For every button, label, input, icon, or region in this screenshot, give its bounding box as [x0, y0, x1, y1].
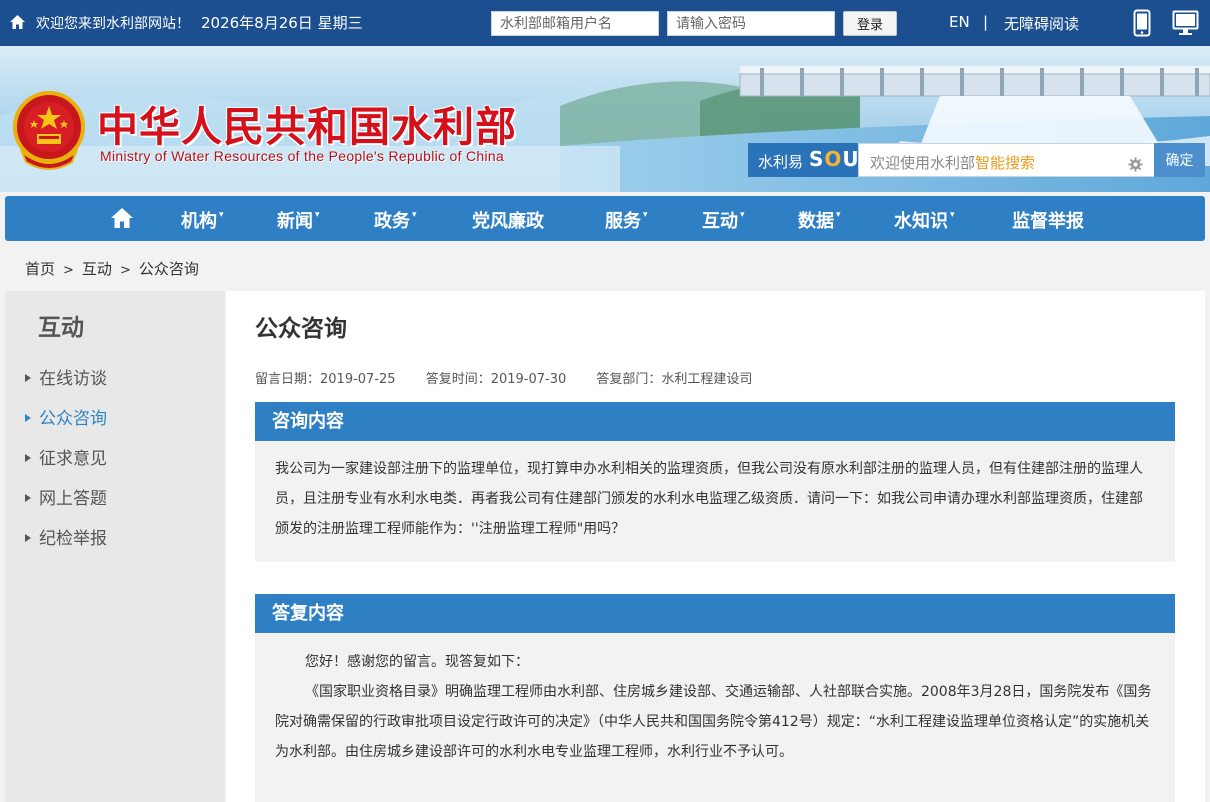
password-input[interactable] [667, 11, 835, 36]
english-link[interactable]: EN [949, 13, 970, 31]
search-brand-cn: 水利易 [758, 153, 804, 171]
main-nav: 机构 ▾ 新闻 ▾ 政务 ▾ 党风廉政 服务 ▾ 互动 ▾ 数据 ▾ 水知识 ▾ 监督举报 [5, 196, 1205, 241]
mobile-icon[interactable] [1133, 9, 1151, 37]
main-content: 公众咨询 留言日期：2019-07-25 答复时间：2019-07-30 答复部… [226, 291, 1205, 802]
link-separator: | [983, 13, 989, 31]
message-date: 留言日期：2019-07-25 [255, 372, 396, 387]
home-icon[interactable] [110, 207, 134, 229]
site-title[interactable]: 中华人民共和国水利部 [97, 93, 517, 153]
nav-item-interaction[interactable]: 互动 ▾ [702, 207, 745, 233]
message-meta: 留言日期：2019-07-25 答复时间：2019-07-30 答复部门：水利工… [255, 368, 778, 387]
national-emblem [13, 91, 85, 170]
triangle-right-icon [25, 454, 31, 462]
gear-icon[interactable] [1128, 157, 1143, 172]
home-icon[interactable] [9, 14, 26, 30]
nav-item-integrity[interactable]: 党风廉政 [472, 207, 546, 233]
login-button[interactable]: 登录 [843, 11, 897, 36]
page-title: 公众咨询 [255, 316, 347, 342]
answer-greeting: 您好！感谢您的留言。现答复如下： [305, 654, 529, 670]
search-brand-logo: 水利易 SOU [748, 143, 860, 177]
accessible-reading-link[interactable]: 无障碍阅读 [1004, 13, 1079, 34]
question-body: 我公司为一家建设部注册下的监理单位，现打算申办水利相关的监理资质，但我公司没有原… [255, 441, 1175, 562]
breadcrumb-arrow: > [63, 263, 74, 278]
reply-department: 答复部门：水利工程建设司 [596, 372, 753, 387]
answer-body: 您好！感谢您的留言。现答复如下： 《国家职业资格目录》明确监理工程师由水利部、住… [255, 633, 1175, 802]
sidebar-item-online-interview[interactable]: 在线访谈 [25, 364, 107, 389]
site-banner: 中华人民共和国水利部 Ministry of Water Resources o… [0, 46, 1210, 192]
breadcrumb-interaction[interactable]: 互动 [82, 260, 112, 278]
sidebar-item-solicit-opinions[interactable]: 征求意见 [25, 444, 107, 469]
top-bar: 欢迎您来到水利部网站！ 2026年8月26日 星期三 登录 EN | 无障碍阅读 [0, 0, 1210, 46]
sidebar: 互动 在线访谈 公众咨询 征求意见 网上答题 纪检举报 [5, 291, 225, 802]
nav-item-affairs[interactable]: 政务 ▾ [374, 207, 417, 233]
nav-item-supervision[interactable]: 监督举报 [1012, 207, 1086, 233]
search-brand-en: SOU [809, 147, 860, 171]
nav-item-service[interactable]: 服务 ▾ [605, 207, 648, 233]
question-text: 我公司为一家建设部注册下的监理单位，现打算申办水利相关的监理资质，但我公司没有原… [275, 461, 1143, 537]
welcome-text: 欢迎您来到水利部网站！ [36, 16, 190, 32]
search-placeholder: 欢迎使用水利部智能搜索 [870, 154, 1036, 172]
nav-item-knowledge[interactable]: 水知识 ▾ [894, 207, 955, 233]
sidebar-item-discipline-report[interactable]: 纪检举报 [25, 524, 107, 549]
search-submit-button[interactable]: 确定 [1154, 143, 1205, 177]
site-subtitle: Ministry of Water Resources of the Peopl… [100, 148, 505, 164]
username-input[interactable] [491, 11, 659, 36]
site-search-input[interactable]: 欢迎使用水利部智能搜索 [858, 143, 1154, 177]
breadcrumb-arrow: > [119, 263, 131, 278]
sidebar-title: 互动 [38, 315, 84, 341]
desktop-icon[interactable] [1172, 10, 1199, 36]
nav-item-org[interactable]: 机构 ▾ [181, 207, 224, 233]
nav-item-data[interactable]: 数据 ▾ [798, 207, 841, 233]
question-heading: 咨询内容 [255, 402, 1175, 441]
triangle-right-icon [25, 414, 31, 422]
breadcrumb-home[interactable]: 首页 [25, 260, 55, 278]
triangle-right-icon [25, 494, 31, 502]
breadcrumb: 首页 > 互动 > 公众咨询 [25, 258, 199, 279]
breadcrumb-current[interactable]: 公众咨询 [139, 260, 199, 278]
sidebar-item-public-consultation[interactable]: 公众咨询 [25, 404, 107, 429]
answer-text: 《国家职业资格目录》明确监理工程师由水利部、住房城乡建设部、交通运输部、人社部联… [275, 684, 1152, 760]
nav-item-news[interactable]: 新闻 ▾ [277, 207, 320, 233]
triangle-right-icon [25, 374, 31, 382]
sidebar-item-online-quiz[interactable]: 网上答题 [25, 484, 107, 509]
reply-date: 答复时间：2019-07-30 [425, 372, 567, 387]
current-date: 2026年8月26日 星期三 [201, 14, 363, 32]
triangle-right-icon [25, 534, 31, 542]
answer-heading: 答复内容 [255, 594, 1175, 633]
